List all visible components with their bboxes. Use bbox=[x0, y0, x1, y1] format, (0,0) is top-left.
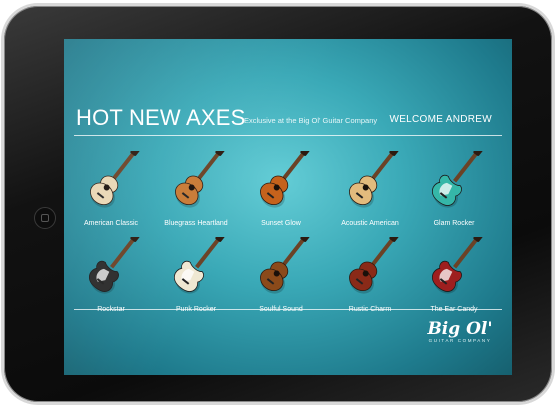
page-subtitle: Exclusive at the Big Ol' Guitar Company bbox=[244, 116, 378, 125]
guitar-card[interactable]: Punk Rocker bbox=[153, 237, 239, 313]
guitar-card[interactable]: Soulful Sound bbox=[238, 237, 324, 313]
acoustic-guitar-icon bbox=[327, 151, 413, 213]
guitar-card[interactable]: Sunset Glow bbox=[238, 151, 324, 227]
guitar-card[interactable]: Bluegrass Heartland bbox=[153, 151, 239, 227]
guitar-card[interactable]: Rustic Charm bbox=[327, 237, 413, 313]
tablet-frame: HOT NEW AXES Exclusive at the Big Ol' Gu… bbox=[4, 6, 552, 402]
guitar-name: Soulful Sound bbox=[259, 306, 303, 313]
guitar-card[interactable]: Rockstar bbox=[68, 237, 154, 313]
app-screen: HOT NEW AXES Exclusive at the Big Ol' Gu… bbox=[64, 39, 512, 375]
welcome-user-link[interactable]: WELCOME ANDREW bbox=[389, 114, 492, 125]
guitar-card[interactable]: Glam Rocker bbox=[411, 151, 497, 227]
header-divider bbox=[74, 135, 502, 136]
guitar-name: The Ear Candy bbox=[430, 306, 478, 313]
guitar-name: Glam Rocker bbox=[433, 220, 475, 227]
electric-guitar-icon bbox=[153, 237, 239, 299]
guitar-name: Punk Rocker bbox=[175, 306, 217, 313]
page-header: HOT NEW AXES Exclusive at the Big Ol' Gu… bbox=[76, 105, 500, 133]
guitar-name: American Classic bbox=[83, 220, 139, 227]
electric-guitar-icon bbox=[68, 237, 154, 299]
guitar-name: Rockstar bbox=[97, 306, 125, 313]
acoustic-guitar-icon bbox=[238, 151, 324, 213]
les-paul-guitar-icon bbox=[238, 237, 324, 299]
guitar-name: Bluegrass Heartland bbox=[164, 220, 228, 227]
hollowbody-guitar-icon bbox=[153, 151, 239, 213]
guitar-card[interactable]: American Classic bbox=[68, 151, 154, 227]
electric-guitar-icon bbox=[411, 151, 497, 213]
page-title: HOT NEW AXES bbox=[76, 105, 246, 130]
electric-guitar-icon bbox=[411, 237, 497, 299]
brand-logo: Big Ol' GUITAR COMPANY bbox=[418, 319, 502, 343]
guitar-card[interactable]: Acoustic American bbox=[327, 151, 413, 227]
home-button[interactable] bbox=[34, 207, 56, 229]
brand-logo-name: Big Ol' bbox=[427, 319, 493, 339]
brand-logo-tagline: GUITAR COMPANY bbox=[428, 338, 492, 343]
archtop-guitar-icon bbox=[68, 151, 154, 213]
semi-hollow-guitar-icon bbox=[327, 237, 413, 299]
guitar-card[interactable]: The Ear Candy bbox=[411, 237, 497, 313]
guitar-name: Sunset Glow bbox=[261, 220, 301, 227]
